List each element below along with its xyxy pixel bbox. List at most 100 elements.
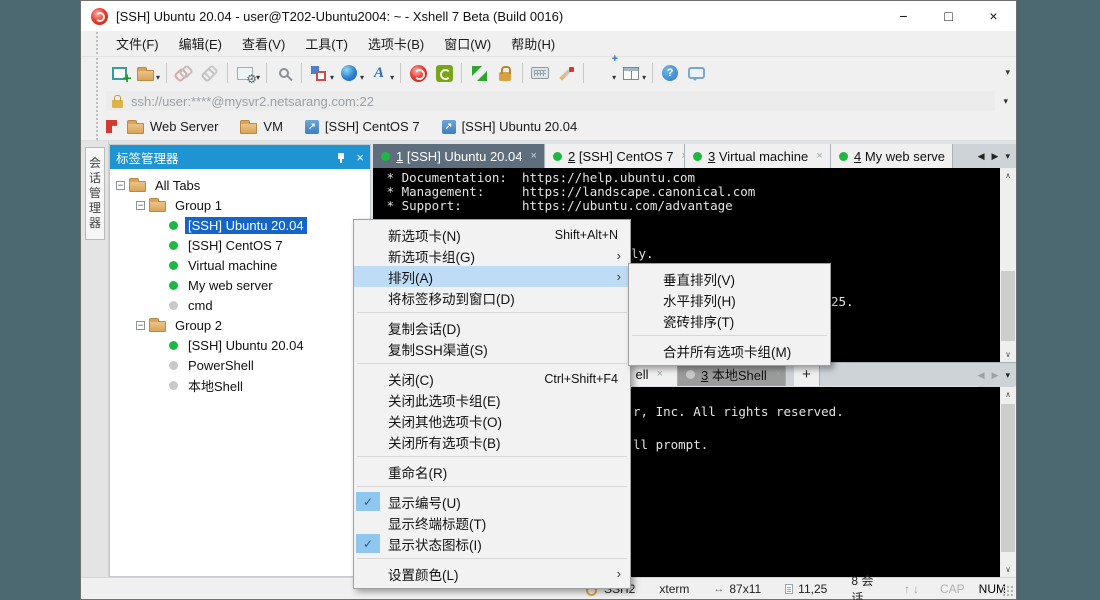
tree-item-ubuntu-2[interactable]: [SSH] Ubuntu 20.04 <box>110 335 370 355</box>
menu-item-rename[interactable]: 重命名(R) <box>354 461 630 482</box>
new-folder-button[interactable] <box>588 60 614 86</box>
tree-item-my-web-server[interactable]: My web server <box>110 275 370 295</box>
tab-list-caret-icon[interactable]: ▾ <box>1005 370 1010 381</box>
tab-2-inactive[interactable]: 2 [SSH] CentOS 7× <box>545 144 685 168</box>
menubar-grip[interactable] <box>95 31 100 56</box>
menu-item-file[interactable]: 文件(F) <box>106 30 169 57</box>
session-manager-vertical-tab[interactable]: 会 话 管 理 器 <box>85 147 105 240</box>
resize-grip[interactable] <box>1002 585 1014 597</box>
terminal-scrollbar[interactable]: ∧ ∨ <box>1000 168 1016 362</box>
bookmark-centos[interactable]: ↗[SSH] CentOS 7 <box>305 119 420 134</box>
tab-scroll-right-icon[interactable]: ▶ <box>992 151 999 162</box>
collapse-icon[interactable]: − <box>136 321 145 330</box>
scroll-up-icon[interactable]: ∧ <box>1000 387 1016 402</box>
tab-close-icon[interactable]: × <box>657 368 663 380</box>
disconnect-button[interactable] <box>171 60 197 86</box>
menu-item-merge-all-tab-groups[interactable]: 合并所有选项卡组(M) <box>629 340 830 361</box>
scroll-down-icon[interactable]: ∨ <box>1000 347 1016 362</box>
arrange-button[interactable] <box>306 60 332 86</box>
menu-item-arrange-tile[interactable]: 瓷砖排序(T) <box>629 310 830 331</box>
tab-scroll-right-icon[interactable]: ▶ <box>992 370 999 381</box>
menu-item-arrange[interactable]: 排列(A)› <box>354 266 630 287</box>
menu-item-window[interactable]: 窗口(W) <box>434 30 501 57</box>
tree-item-group-1[interactable]: −Group 1 <box>110 195 370 215</box>
find-button[interactable] <box>271 60 297 86</box>
menu-item-arrange-vertical[interactable]: 垂直排列(V) <box>629 268 830 289</box>
tree-item-cmd[interactable]: cmd <box>110 295 370 315</box>
tab-4-inactive[interactable]: 4 My web serve× <box>831 144 953 168</box>
bookmarks-flag-icon[interactable] <box>106 120 117 133</box>
virtual-keyboard-button[interactable] <box>527 60 553 86</box>
menu-item-edit[interactable]: 编辑(E) <box>169 30 232 57</box>
tree-item-group-2[interactable]: −Group 2 <box>110 315 370 335</box>
xftp-button[interactable] <box>431 60 457 86</box>
maximize-button[interactable]: □ <box>926 1 971 31</box>
collapse-icon[interactable]: − <box>116 181 125 190</box>
tree-item-powershell[interactable]: PowerShell <box>110 355 370 375</box>
tab-1-active[interactable]: 1 [SSH] Ubuntu 20.04× <box>373 144 545 168</box>
menu-item-tab[interactable]: 选项卡(B) <box>358 30 434 57</box>
menu-item-close-other-tabs[interactable]: 关闭其他选项卡(O) <box>354 410 630 431</box>
tab-list-caret-icon[interactable]: ▾ <box>1005 151 1010 162</box>
tree-item-centos[interactable]: [SSH] CentOS 7 <box>110 235 370 255</box>
bookmark-ubuntu[interactable]: ↗[SSH] Ubuntu 20.04 <box>442 119 578 134</box>
toolbar-overflow-caret-icon[interactable]: ▾ <box>1005 67 1010 78</box>
bookmark-vm[interactable]: VM <box>240 119 283 134</box>
bookmarkbar-grip[interactable] <box>95 113 100 140</box>
xshell-button[interactable] <box>405 60 431 86</box>
scroll-up-icon[interactable]: ∧ <box>1000 168 1016 183</box>
close-button[interactable]: × <box>971 1 1016 31</box>
menu-item-tools[interactable]: 工具(T) <box>295 30 358 57</box>
menu-item-set-color[interactable]: 设置颜色(L)› <box>354 563 630 584</box>
panel-close-icon[interactable]: × <box>356 150 364 165</box>
menu-item-show-status-icon[interactable]: ✓显示状态图标(I) <box>354 533 630 554</box>
help-button[interactable]: ? <box>657 60 683 86</box>
highlight-button[interactable] <box>553 60 579 86</box>
scrollbar-track[interactable] <box>1000 183 1016 347</box>
fullscreen-button[interactable] <box>466 60 492 86</box>
titlebar[interactable]: [SSH] Ubuntu 20.04 - user@T202-Ubuntu200… <box>81 1 1016 31</box>
bookmark-web-server[interactable]: Web Server <box>127 119 218 134</box>
session-properties-button[interactable] <box>232 60 258 86</box>
encoding-globe-button[interactable] <box>336 60 362 86</box>
menu-item-show-number[interactable]: ✓显示编号(U) <box>354 491 630 512</box>
menu-item-close[interactable]: 关闭(C)Ctrl+Shift+F4 <box>354 368 630 389</box>
tree-item-all-tabs[interactable]: −All Tabs <box>110 175 370 195</box>
tree-item-local-shell[interactable]: 本地Shell <box>110 375 370 395</box>
lock-screen-button[interactable] <box>492 60 518 86</box>
scrollbar-track[interactable] <box>1000 402 1016 562</box>
address-input[interactable]: ssh://user:****@mysvr2.netsarang.com:22 <box>106 91 995 111</box>
tab-scroll-left-icon[interactable]: ◀ <box>978 151 985 162</box>
tab-scroll-left-icon[interactable]: ◀ <box>978 370 985 381</box>
scroll-arrows-icon[interactable]: ↑↓ <box>904 582 922 596</box>
addressbar-grip[interactable] <box>95 89 100 113</box>
menu-item-duplicate-session[interactable]: 复制会话(D) <box>354 317 630 338</box>
address-dropdown-caret-icon[interactable]: ▾ <box>995 96 1016 107</box>
menu-item-close-all-tabs[interactable]: 关闭所有选项卡(B) <box>354 431 630 452</box>
menu-item-arrange-horizontal[interactable]: 水平排列(H) <box>629 289 830 310</box>
reconnect-button[interactable] <box>197 60 223 86</box>
menu-item-help[interactable]: 帮助(H) <box>501 30 565 57</box>
menu-item-close-tab-group[interactable]: 关闭此选项卡组(E) <box>354 389 630 410</box>
scrollbar-thumb[interactable] <box>1001 404 1015 552</box>
menu-item-move-tab-to-window[interactable]: 将标签移动到窗口(D) <box>354 287 630 308</box>
tree-item-virtual-machine[interactable]: Virtual machine <box>110 255 370 275</box>
tab-close-icon[interactable]: × <box>530 150 536 162</box>
tab-close-icon[interactable]: × <box>775 368 781 380</box>
font-button[interactable]: A <box>366 60 392 86</box>
menu-item-show-terminal-title[interactable]: 显示终端标题(T) <box>354 512 630 533</box>
pin-icon[interactable] <box>336 151 346 164</box>
tab-close-icon[interactable]: × <box>816 150 822 162</box>
tab-3-inactive[interactable]: 3 Virtual machine× <box>685 144 831 168</box>
feedback-button[interactable] <box>683 60 709 86</box>
toolbar-grip[interactable] <box>95 57 100 89</box>
terminal-scrollbar[interactable]: ∧ ∨ <box>1000 387 1016 577</box>
collapse-icon[interactable]: − <box>136 201 145 210</box>
menu-item-duplicate-ssh-channel[interactable]: 复制SSH渠道(S) <box>354 338 630 359</box>
scrollbar-thumb[interactable] <box>1001 271 1015 341</box>
menu-item-view[interactable]: 查看(V) <box>232 30 295 57</box>
minimize-button[interactable]: − <box>881 1 926 31</box>
tree-item-ubuntu-1[interactable]: [SSH] Ubuntu 20.04 <box>110 215 370 235</box>
menu-item-new-tab-group[interactable]: 新选项卡组(G)› <box>354 245 630 266</box>
open-folder-button[interactable] <box>132 60 158 86</box>
